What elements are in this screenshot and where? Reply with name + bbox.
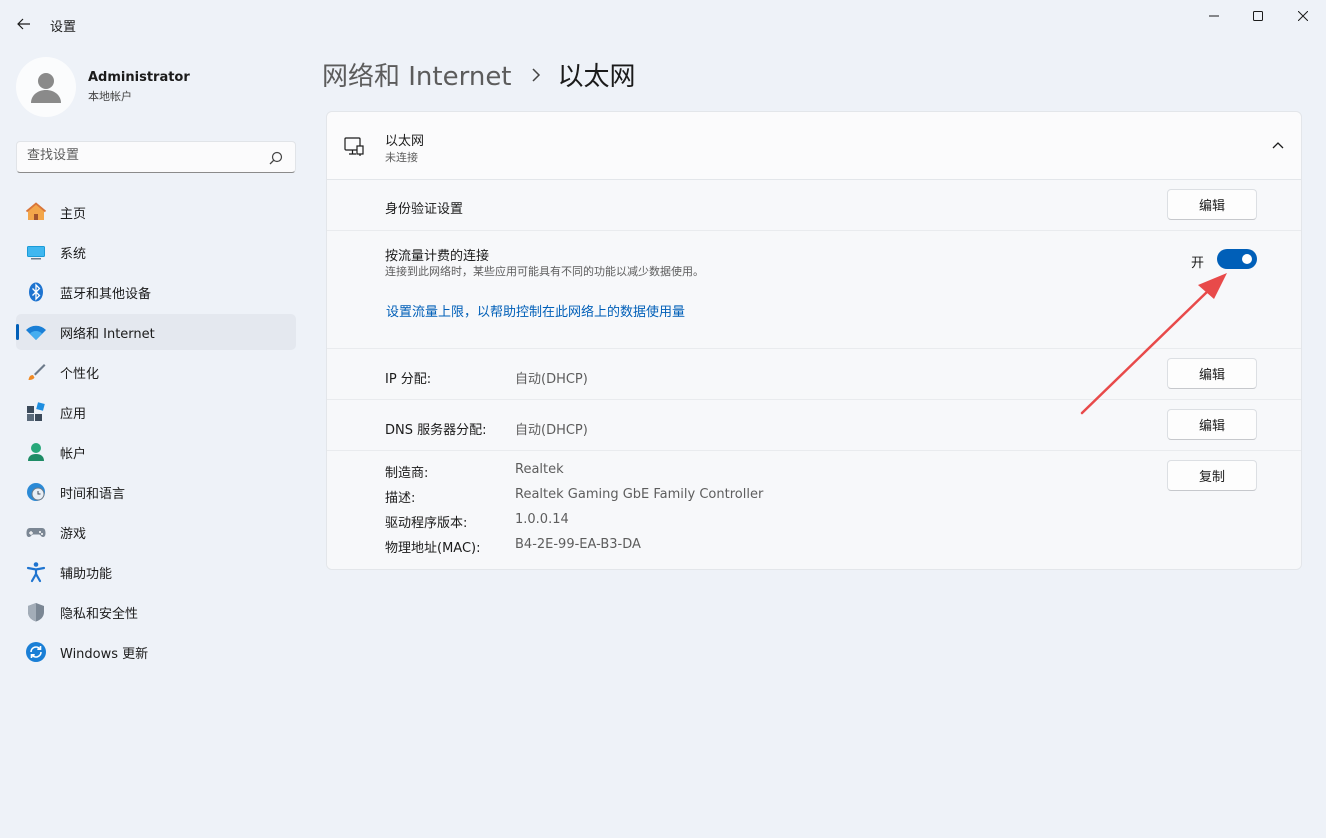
metered-connection-row: 按流量计费的连接 连接到此网络时，某些应用可能具有不同的功能以减少数据使用。 设… bbox=[327, 231, 1301, 349]
minimize-icon bbox=[1209, 15, 1219, 17]
auth-settings-row: 身份验证设置 编辑 bbox=[327, 180, 1301, 231]
sidebar-item-label: 时间和语言 bbox=[60, 486, 126, 502]
ip-edit-button[interactable]: 编辑 bbox=[1167, 358, 1257, 389]
sidebar-item-label: 辅助功能 bbox=[60, 566, 113, 582]
manufacturer-label: 制造商: bbox=[385, 466, 429, 481]
chevron-right-icon bbox=[531, 67, 540, 82]
sidebar-item-label: 系统 bbox=[60, 246, 87, 262]
apps-icon bbox=[25, 401, 47, 423]
accessibility-icon bbox=[25, 561, 47, 583]
title-bar: 设置 bbox=[0, 0, 1326, 48]
sidebar-item-accessibility[interactable]: 辅助功能 bbox=[16, 554, 296, 590]
profile-account-type: 本地帐户 bbox=[88, 90, 132, 103]
toggle-knob bbox=[1242, 254, 1252, 264]
wifi-icon bbox=[25, 321, 47, 343]
brush-icon bbox=[25, 361, 47, 383]
avatar bbox=[16, 57, 76, 117]
account-icon bbox=[25, 441, 47, 463]
driver-version-value: 1.0.0.14 bbox=[515, 512, 569, 527]
sidebar-item-label: 个性化 bbox=[60, 366, 100, 382]
mac-address-label: 物理地址(MAC): bbox=[385, 541, 481, 556]
metered-connection-description: 连接到此网络时，某些应用可能具有不同的功能以减少数据使用。 bbox=[385, 265, 704, 278]
copy-button[interactable]: 复制 bbox=[1167, 460, 1257, 491]
dns-assignment-label: DNS 服务器分配: bbox=[385, 423, 487, 438]
user-avatar-icon bbox=[31, 73, 61, 103]
dns-assignment-row: DNS 服务器分配: 自动(DHCP) 编辑 bbox=[327, 400, 1301, 451]
app-title: 设置 bbox=[50, 20, 77, 35]
maximize-button[interactable] bbox=[1238, 4, 1278, 28]
adapter-details-row: 制造商: Realtek 描述: Realtek Gaming GbE Fami… bbox=[327, 451, 1301, 569]
sidebar-item-personalization[interactable]: 个性化 bbox=[16, 354, 296, 390]
sidebar-item-network[interactable]: 网络和 Internet bbox=[16, 314, 296, 350]
breadcrumb-parent-link[interactable]: 网络和 Internet bbox=[322, 56, 512, 93]
sidebar-nav: 主页 系统 蓝牙和其他设备 网络和 Internet 个性化 应用 帐户 时间和… bbox=[16, 194, 296, 674]
breadcrumb: 网络和 Internet 以太网 bbox=[322, 56, 636, 93]
sidebar-item-label: 应用 bbox=[60, 406, 87, 422]
metered-toggle[interactable] bbox=[1217, 249, 1257, 269]
clock-globe-icon bbox=[25, 481, 47, 503]
sidebar-item-gaming[interactable]: 游戏 bbox=[16, 514, 296, 550]
sidebar-item-system[interactable]: 系统 bbox=[16, 234, 296, 270]
data-limit-link[interactable]: 设置流量上限，以帮助控制在此网络上的数据使用量 bbox=[386, 301, 685, 320]
sidebar-item-time-language[interactable]: 时间和语言 bbox=[16, 474, 296, 510]
system-icon bbox=[25, 241, 47, 263]
sidebar-item-privacy[interactable]: 隐私和安全性 bbox=[16, 594, 296, 630]
ip-assignment-value: 自动(DHCP) bbox=[515, 372, 588, 387]
minimize-button[interactable] bbox=[1194, 4, 1234, 28]
ethernet-status: 未连接 bbox=[385, 151, 418, 164]
bluetooth-icon bbox=[25, 281, 47, 303]
manufacturer-value: Realtek bbox=[515, 462, 564, 477]
sidebar-item-label: 隐私和安全性 bbox=[60, 606, 139, 622]
gamepad-icon bbox=[25, 521, 47, 543]
page-title: 以太网 bbox=[557, 62, 636, 92]
sidebar-item-home[interactable]: 主页 bbox=[16, 194, 296, 230]
sidebar-item-apps[interactable]: 应用 bbox=[16, 394, 296, 430]
back-button[interactable] bbox=[12, 12, 36, 36]
metered-toggle-state: 开 bbox=[1191, 256, 1205, 271]
description-value: Realtek Gaming GbE Family Controller bbox=[515, 487, 764, 502]
description-label: 描述: bbox=[385, 491, 416, 506]
user-profile[interactable]: Administrator 本地帐户 bbox=[16, 57, 190, 117]
sidebar-item-bluetooth[interactable]: 蓝牙和其他设备 bbox=[16, 274, 296, 310]
profile-name: Administrator bbox=[88, 70, 190, 85]
metered-connection-label: 按流量计费的连接 bbox=[385, 249, 490, 264]
maximize-icon bbox=[1253, 11, 1263, 21]
driver-version-label: 驱动程序版本: bbox=[385, 516, 468, 531]
dns-assignment-value: 自动(DHCP) bbox=[515, 423, 588, 438]
sidebar-item-label: 蓝牙和其他设备 bbox=[60, 286, 152, 302]
shield-icon bbox=[25, 601, 47, 623]
auth-settings-label: 身份验证设置 bbox=[385, 202, 464, 217]
ethernet-card: 以太网 未连接 身份验证设置 编辑 按流量计费的连接 连接到此网络时，某些应用可… bbox=[326, 111, 1302, 570]
search-icon[interactable] bbox=[269, 151, 283, 165]
dns-edit-button[interactable]: 编辑 bbox=[1167, 409, 1257, 440]
search-box[interactable] bbox=[16, 141, 296, 173]
sidebar-item-label: Windows 更新 bbox=[60, 646, 149, 662]
sidebar-item-label: 主页 bbox=[60, 206, 87, 222]
chevron-up-icon[interactable] bbox=[1271, 140, 1285, 150]
search-input[interactable] bbox=[27, 148, 257, 163]
back-arrow-icon bbox=[17, 18, 30, 30]
sidebar-item-label: 网络和 Internet bbox=[60, 326, 155, 342]
home-icon bbox=[25, 201, 47, 223]
ethernet-card-header[interactable]: 以太网 未连接 bbox=[327, 112, 1301, 180]
mac-address-value: B4-2E-99-EA-B3-DA bbox=[515, 537, 641, 552]
sidebar-item-windows-update[interactable]: Windows 更新 bbox=[16, 634, 296, 670]
ip-assignment-row: IP 分配: 自动(DHCP) 编辑 bbox=[327, 349, 1301, 400]
sidebar-item-accounts[interactable]: 帐户 bbox=[16, 434, 296, 470]
update-icon bbox=[25, 641, 47, 663]
ip-assignment-label: IP 分配: bbox=[385, 372, 432, 387]
close-button[interactable] bbox=[1283, 4, 1323, 28]
close-icon bbox=[1298, 11, 1308, 21]
auth-edit-button[interactable]: 编辑 bbox=[1167, 189, 1257, 220]
sidebar-item-label: 帐户 bbox=[60, 446, 87, 462]
sidebar-item-label: 游戏 bbox=[60, 526, 87, 542]
ethernet-icon bbox=[344, 137, 364, 156]
ethernet-title: 以太网 bbox=[385, 134, 425, 149]
